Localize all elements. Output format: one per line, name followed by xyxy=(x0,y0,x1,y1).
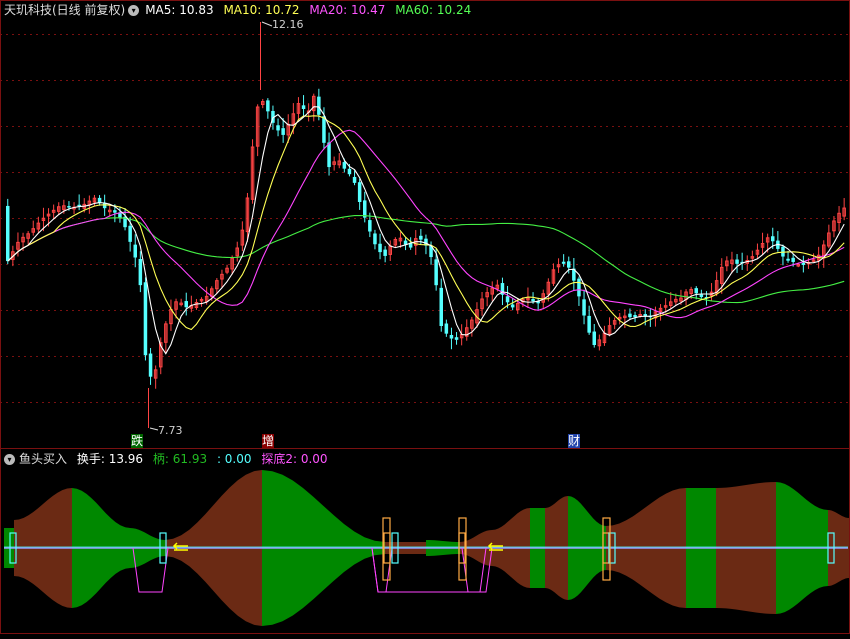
candle-body xyxy=(133,244,137,258)
ma5-label: MA5: 10.83 xyxy=(145,3,214,17)
candle-body xyxy=(276,125,280,131)
ma60-label: MA60: 10.24 xyxy=(395,3,472,17)
candle-body xyxy=(582,299,586,316)
main-header: 天玑科技(日线 前复权) ▾ MA5: 10.83 MA10: 10.72 MA20… xyxy=(4,0,477,20)
candle-body xyxy=(628,313,632,318)
candle-body xyxy=(633,315,637,318)
sub-header: ▾ 鱼头买入 换手: 13.96 柄: 61.93 : 0.00 探底2: 0.0… xyxy=(4,449,334,469)
candle-body xyxy=(67,206,71,208)
candle-body xyxy=(419,235,423,240)
candle-body xyxy=(567,261,571,268)
candle-body xyxy=(184,301,188,308)
handle-label: 柄: 61.93 xyxy=(152,452,208,466)
candle-body xyxy=(510,304,515,308)
candle-body xyxy=(6,205,10,262)
candle-body xyxy=(347,168,352,175)
candle-body xyxy=(342,162,347,169)
candle-body xyxy=(531,299,535,302)
high-price-label: 12.16 xyxy=(272,18,304,31)
candle-body xyxy=(449,334,454,339)
candle-body xyxy=(317,96,321,115)
ma5-line xyxy=(7,106,845,355)
candle-body xyxy=(363,200,367,218)
cyan-value-label: : 0.00 xyxy=(216,452,252,466)
candle-body xyxy=(368,220,372,232)
candle-body xyxy=(357,182,362,202)
candle-body xyxy=(322,116,326,143)
low-pointer xyxy=(149,427,159,431)
candle-body xyxy=(505,296,510,303)
candle-body xyxy=(281,128,285,135)
candle-body xyxy=(592,331,596,345)
candle-body xyxy=(148,353,153,377)
candle-body xyxy=(327,142,331,168)
candle-body xyxy=(128,225,132,242)
candle-body xyxy=(444,323,449,334)
candle-body xyxy=(266,100,270,112)
candle-body xyxy=(735,259,739,264)
chart-canvas[interactable] xyxy=(0,0,850,635)
candle-body xyxy=(301,105,306,109)
candle-body xyxy=(113,210,117,213)
candle-body xyxy=(352,176,357,183)
event-tag-finance[interactable]: 财 xyxy=(568,434,581,448)
candle-body xyxy=(138,258,143,286)
candle-body xyxy=(699,294,704,298)
candle-body xyxy=(454,337,459,340)
candle-body xyxy=(383,249,387,256)
stock-title: 天玑科技(日线 前复权) xyxy=(4,3,126,17)
candle-body xyxy=(373,233,377,245)
candle-body xyxy=(694,288,698,294)
turnover-label: 换手: 13.96 xyxy=(76,452,144,466)
sub-menu-icon[interactable]: ▾ xyxy=(4,454,15,465)
low-price-label: 7.73 xyxy=(158,424,183,437)
candle-body xyxy=(801,262,806,265)
ma20-label: MA20: 10.47 xyxy=(309,3,386,17)
sub-title: 鱼头买入 xyxy=(19,452,68,466)
candle-body xyxy=(439,287,443,326)
high-pointer xyxy=(261,21,273,27)
candle-body xyxy=(786,258,790,261)
candle-body xyxy=(434,259,438,286)
expand-menu-icon[interactable]: ▾ xyxy=(128,5,140,16)
candle-body xyxy=(378,243,382,253)
bottom-probe-label: 探底2: 0.00 xyxy=(261,452,328,466)
event-tag-fall[interactable]: 跌 xyxy=(131,434,144,448)
candle-body xyxy=(587,315,591,333)
candle-body xyxy=(791,257,795,262)
candle-body xyxy=(577,278,581,297)
ma10-label: MA10: 10.72 xyxy=(223,3,300,17)
candle-body xyxy=(771,236,775,242)
candle-body xyxy=(561,261,566,264)
event-tag-increase[interactable]: 增 xyxy=(262,434,275,448)
chart-window: 天玑科技(日线 前复权) ▾ MA5: 10.83 MA10: 10.72 MA20… xyxy=(0,0,850,635)
candle-body xyxy=(143,282,148,356)
